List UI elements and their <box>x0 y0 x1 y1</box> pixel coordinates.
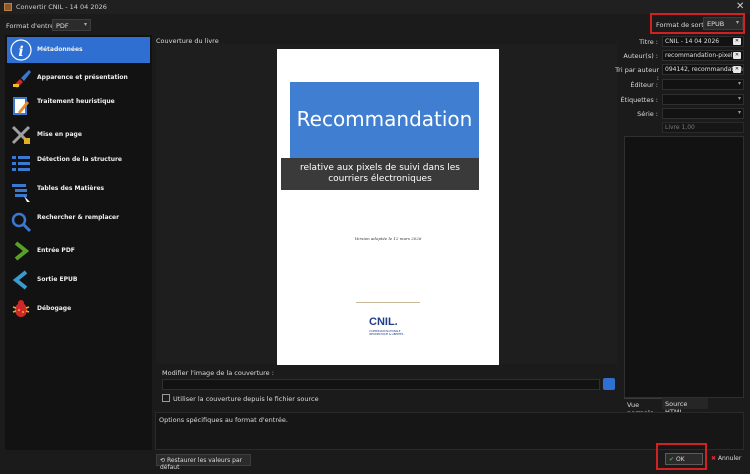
use-source-cover-label: Utiliser la couverture depuis le fichier… <box>173 395 319 403</box>
publisher-label: Éditeur : <box>630 81 658 89</box>
browse-cover-button[interactable] <box>603 378 615 390</box>
sidebar-item-toc[interactable]: Tables des Matières <box>7 180 150 206</box>
sidebar-item-label: Traitement heuristique <box>37 98 115 105</box>
title-label: Titre : <box>639 38 658 46</box>
clear-icon[interactable]: ✕ <box>733 66 741 73</box>
sidebar-item-epub-output[interactable]: Sortie EPUB <box>7 267 150 293</box>
undo-icon: ⟲ <box>160 457 166 464</box>
sidebar-item-structure[interactable]: Détection de la structure <box>7 151 150 177</box>
sidebar-item-search-replace[interactable]: Rechercher & remplacer <box>7 209 150 235</box>
chevron-down-icon: ▾ <box>737 109 741 116</box>
close-icon[interactable]: ✕ <box>736 1 744 12</box>
cancel-label: Annuler <box>717 455 742 462</box>
cnil-logo: CNIL. <box>369 316 398 328</box>
sidebar-item-label: Débogage <box>37 305 72 312</box>
publisher-field[interactable]: ▾ <box>662 79 744 90</box>
author-sort-field[interactable]: 094142, recommandation ✕ <box>662 64 744 75</box>
options-text: Options spécifiques au format d'entrée. <box>159 416 288 424</box>
tools-icon <box>11 125 31 145</box>
arrow-left-icon <box>12 270 28 290</box>
info-icon: i <box>10 39 32 61</box>
sidebar-item-label: Métadonnées <box>37 46 83 53</box>
sidebar-item-label: Rechercher & remplacer <box>37 214 120 221</box>
title-field[interactable]: CNIL - 14 04 2026 ✕ <box>662 36 744 47</box>
sidebar: i Métadonnées Apparence et présentation … <box>5 35 152 450</box>
cancel-icon: ✖ <box>711 455 717 462</box>
use-source-cover-checkbox[interactable] <box>162 394 170 402</box>
input-format-value: PDF <box>56 22 69 30</box>
output-format-value: EPUB <box>707 20 725 28</box>
sidebar-item-debug[interactable]: Débogage <box>7 296 150 322</box>
cnil-logo-subtitle: COMMISSION NATIONALE INFORMATIQUE & LIBE… <box>369 330 404 336</box>
sidebar-item-page-setup[interactable]: Mise en page <box>7 122 150 148</box>
search-icon <box>11 212 32 233</box>
app-icon <box>4 3 12 11</box>
sidebar-item-label: Sortie EPUB <box>37 276 78 283</box>
tab-normal-view[interactable]: Vue normale <box>624 398 662 417</box>
chevron-down-icon: ▾ <box>83 21 87 28</box>
output-format-select[interactable]: EPUB ▾ <box>703 17 743 30</box>
chevron-down-icon: ▾ <box>737 95 741 102</box>
sidebar-item-label: Tables des Matières <box>37 185 105 192</box>
authors-label: Auteur(s) : <box>623 52 658 60</box>
toc-icon <box>12 184 30 202</box>
series-field[interactable]: ▾ <box>662 108 744 119</box>
author-sort-label: Tri par auteur : <box>615 66 659 82</box>
list-icon <box>12 156 30 171</box>
window-title: Convertir CNIL - 14 04 2026 <box>16 3 107 11</box>
sidebar-item-pdf-input[interactable]: Entrée PDF <box>7 238 150 264</box>
cover-divider <box>356 302 420 303</box>
ok-label: OK <box>675 456 685 463</box>
bug-icon <box>12 300 30 317</box>
title-value: CNIL - 14 04 2026 <box>665 38 720 45</box>
cover-subtitle: relative aux pixels de suivi dans les co… <box>281 163 479 185</box>
restore-defaults-button[interactable]: ⟲ Restaurer les valeurs par défaut <box>156 454 251 471</box>
clear-icon[interactable]: ✕ <box>733 52 741 59</box>
sidebar-item-appearance[interactable]: Apparence et présentation <box>7 65 150 91</box>
tab-html-source[interactable]: Source HTML <box>662 398 708 416</box>
sidebar-item-heuristics[interactable]: Traitement heuristique <box>7 93 150 119</box>
check-icon: ✔ <box>669 456 675 463</box>
author-sort-value: 094142, recommandation <box>665 66 743 73</box>
comments-editor[interactable] <box>624 136 744 398</box>
notebook-pen-icon <box>13 97 29 115</box>
sidebar-item-label: Mise en page <box>37 131 82 138</box>
cover-title: Recommandation <box>296 107 473 131</box>
arrow-right-icon <box>14 241 30 261</box>
restore-defaults-label: Restaurer les valeurs par défaut <box>160 457 243 471</box>
sidebar-item-label: Apparence et présentation <box>37 74 128 81</box>
cover-subtitle-line: courriers électroniques <box>328 174 432 184</box>
cover-version-text: Version adoptée le 12 mars 2026 <box>354 236 422 241</box>
clear-icon[interactable]: ✕ <box>733 38 741 45</box>
series-number-field[interactable]: Livre 1,00 <box>662 122 744 133</box>
chevron-down-icon: ▾ <box>737 80 741 87</box>
brush-icon <box>13 70 31 88</box>
authors-field[interactable]: recommandation-pixel ✕ <box>662 50 744 61</box>
authors-value: recommandation-pixel <box>665 52 733 59</box>
cover-path-input[interactable] <box>162 379 600 390</box>
series-label: Série : <box>637 110 658 118</box>
sidebar-item-metadata[interactable]: i Métadonnées <box>7 37 150 63</box>
ok-button[interactable]: ✔ OK <box>665 453 703 465</box>
chevron-down-icon: ▾ <box>735 19 739 26</box>
modify-cover-label: Modifier l'image de la couverture : <box>162 369 274 377</box>
title-bar <box>0 0 750 14</box>
cancel-button[interactable]: ✖ Annuler <box>708 453 746 465</box>
input-format-select[interactable]: PDF ▾ <box>52 19 91 31</box>
tags-label: Étiquettes : <box>620 96 658 104</box>
sidebar-item-label: Détection de la structure <box>37 156 122 163</box>
tags-field[interactable]: ▾ <box>662 94 744 105</box>
sidebar-item-label: Entrée PDF <box>37 247 75 254</box>
cover-subtitle-line: relative aux pixels de suivi dans les <box>300 163 460 173</box>
svg-text:i: i <box>18 44 23 60</box>
